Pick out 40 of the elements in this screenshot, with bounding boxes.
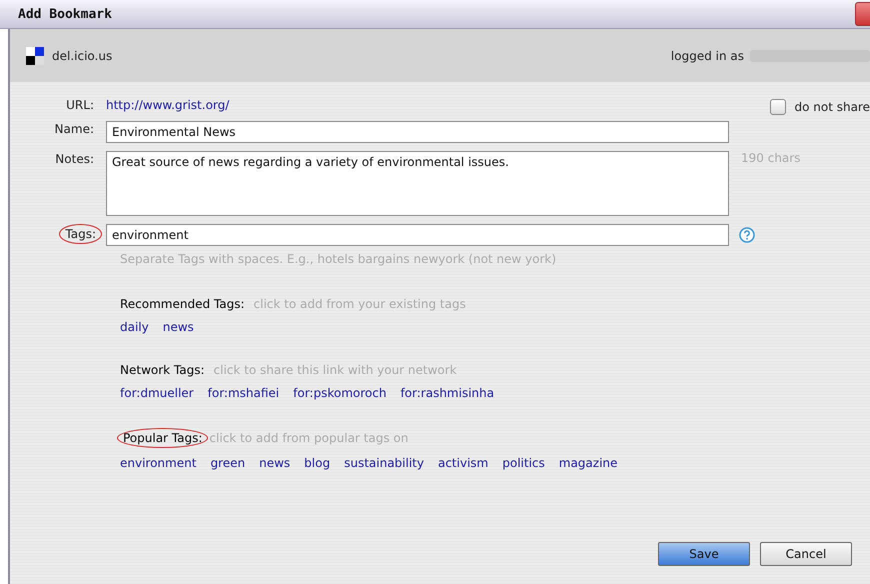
url-link[interactable]: http://www.grist.org/ [106,97,230,112]
do-not-share-checkbox[interactable] [770,99,786,115]
tag-group-hint: click to share this link with your network [214,363,457,377]
notes-field[interactable]: Great source of news regarding a variety of environmental issues. [106,151,729,216]
cancel-button[interactable]: Cancel [760,542,852,566]
tag-link[interactable]: sustainability [344,456,424,470]
tag-link[interactable]: news [162,320,194,334]
logo-icon [26,46,44,64]
tag-group-hint: click to add from popular tags on [209,431,408,445]
tag-link[interactable]: for:rashmisinha [400,386,494,400]
do-not-share-label: do not share [794,100,870,114]
name-field[interactable]: Environmental News [106,121,729,143]
tag-link[interactable]: news [259,456,290,470]
tag-link[interactable]: politics [502,456,545,470]
tag-group-title: Network Tags: [119,362,206,378]
tag-link[interactable]: magazine [558,456,618,470]
notes-label: Notes: [54,151,95,167]
char-count: 190 chars [741,151,800,165]
tag-link[interactable]: for:mshafiei [208,386,280,400]
tag-link[interactable]: daily [120,320,149,334]
window-title: Add Bookmark [18,6,112,22]
tag-group-hint: click to add from your existing tags [254,297,466,311]
login-label: logged in as [670,48,744,62]
url-label: URL: [65,97,95,113]
tag-group-title: Recommended Tags: [119,296,246,312]
name-label: Name: [54,121,95,137]
tag-link[interactable]: blog [304,456,330,470]
save-button[interactable]: Save [658,542,750,566]
tag-link[interactable]: activism [438,456,488,470]
tag-link[interactable]: for:pskomoroch [293,386,386,400]
tags-hint: Separate Tags with spaces. E.g., hotels bargains newyork (not new york) [120,252,556,266]
site-name: del.icio.us [52,48,112,62]
tags-label: Tags: [59,224,102,244]
help-icon[interactable] [739,227,755,243]
close-button[interactable] [855,2,870,26]
tags-field[interactable]: environment [106,224,729,246]
tag-link[interactable]: for:dmueller [120,386,194,400]
tag-link[interactable]: environment [120,456,196,470]
tag-group-title: Popular Tags: [117,428,208,448]
tag-link[interactable]: green [210,456,246,470]
